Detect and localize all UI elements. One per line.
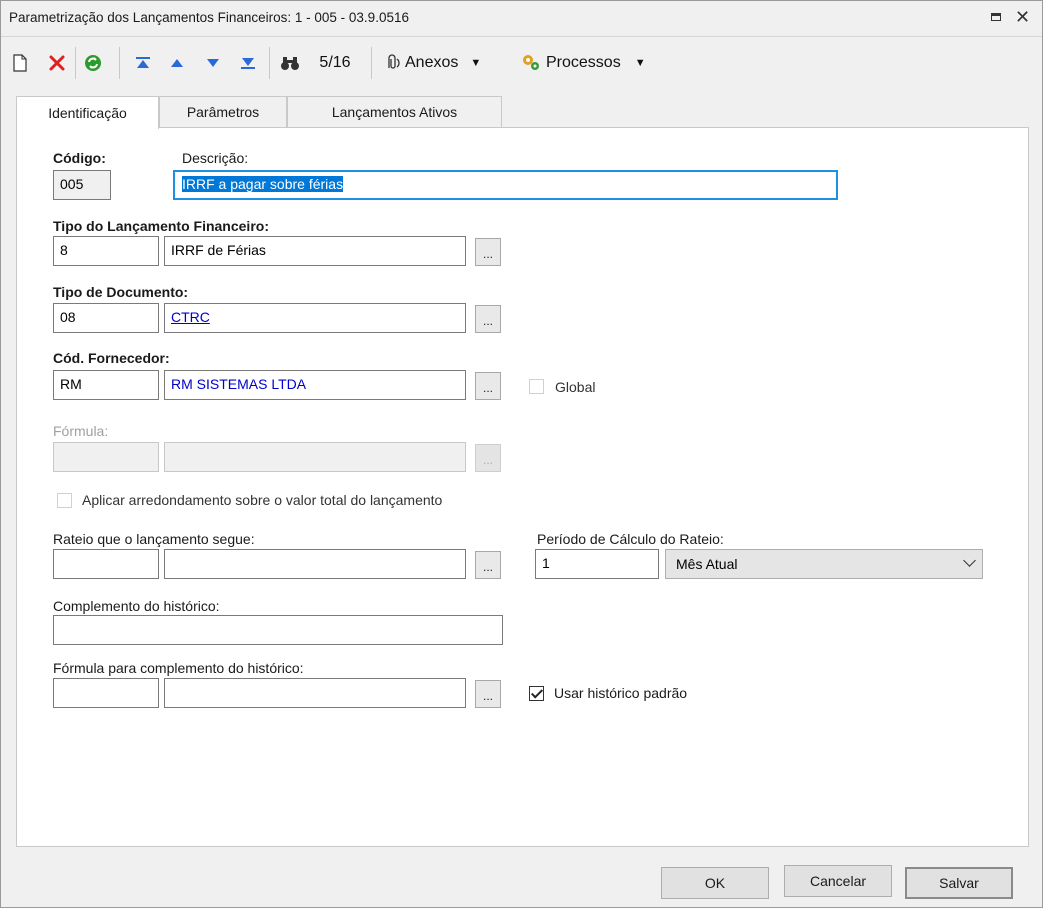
usar-historico-label: Usar histórico padrão xyxy=(554,685,688,701)
chevron-down-icon xyxy=(963,554,976,567)
tipo-documento-label: Tipo de Documento: xyxy=(53,284,189,300)
formula-label: Fórmula: xyxy=(53,423,109,439)
new-record-icon[interactable] xyxy=(9,51,31,75)
paperclip-icon xyxy=(383,53,405,74)
fornecedor-lookup-button[interactable]: ... xyxy=(475,372,501,400)
rateio-name-field[interactable] xyxy=(164,549,466,579)
record-position: 5/16 xyxy=(319,54,351,71)
periodo-rateio-select[interactable]: Mês Atual xyxy=(665,549,983,579)
descricao-input[interactable]: IRRF a pagar sobre férias xyxy=(173,170,838,200)
refresh-icon[interactable] xyxy=(81,51,105,75)
periodo-rateio-input[interactable]: 1 xyxy=(535,549,659,579)
first-record-icon[interactable] xyxy=(132,51,154,75)
last-record-icon[interactable] xyxy=(237,51,259,75)
formula-complemento-name-field[interactable] xyxy=(164,678,466,708)
formula-complemento-label: Fórmula para complemento do histórico: xyxy=(53,660,304,676)
global-checkbox[interactable] xyxy=(529,379,544,394)
chevron-down-icon: ▼ xyxy=(470,57,482,69)
tipo-lancamento-label: Tipo do Lançamento Financeiro: xyxy=(53,218,269,234)
tab-parametros[interactable]: Parâmetros xyxy=(159,96,287,127)
complemento-label: Complemento do histórico: xyxy=(53,598,220,614)
tab-lancamentos-ativos[interactable]: Lançamentos Ativos xyxy=(287,96,502,127)
rateio-code-input[interactable] xyxy=(53,549,159,579)
attachments-menu-button[interactable]: Anexos ▼ xyxy=(383,51,495,75)
processes-label: Processos xyxy=(546,54,621,71)
complemento-input[interactable] xyxy=(53,615,503,645)
attachments-label: Anexos xyxy=(405,54,459,71)
save-button[interactable]: Salvar xyxy=(905,867,1013,899)
tipo-documento-lookup-button[interactable]: ... xyxy=(475,305,501,333)
toolbar-separator xyxy=(269,47,270,79)
tipo-lancamento-code-input[interactable]: 8 xyxy=(53,236,159,266)
formula-complemento-lookup-button[interactable]: ... xyxy=(475,680,501,708)
descricao-label: Descrição: xyxy=(182,150,249,166)
close-icon[interactable]: ✕ xyxy=(1015,6,1030,28)
gears-icon xyxy=(521,52,546,75)
tab-identificacao[interactable]: Identificação xyxy=(16,96,159,129)
title-bar: Parametrização dos Lançamentos Financeir… xyxy=(1,1,1042,37)
ok-button[interactable]: OK xyxy=(661,867,769,899)
codigo-label: Código: xyxy=(53,150,106,166)
formula-code-input xyxy=(53,442,159,472)
binoculars-icon[interactable] xyxy=(277,51,303,75)
tipo-documento-code-input[interactable]: 08 xyxy=(53,303,159,333)
fornecedor-code-input[interactable]: RM xyxy=(53,370,159,400)
tipo-lancamento-name-field[interactable]: IRRF de Férias xyxy=(164,236,466,266)
periodo-rateio-selected: Mês Atual xyxy=(676,556,738,572)
cancel-button[interactable]: Cancelar xyxy=(784,865,892,897)
toolbar: 5/16 Anexos ▼ Processos ▼ xyxy=(1,41,1042,85)
window-title: Parametrização dos Lançamentos Financeir… xyxy=(9,10,409,25)
fornecedor-name-link[interactable]: RM SISTEMAS LTDA xyxy=(164,370,466,400)
arredondamento-checkbox[interactable] xyxy=(57,493,72,508)
fornecedor-label: Cód. Fornecedor: xyxy=(53,350,170,366)
delete-icon[interactable] xyxy=(45,51,69,75)
codigo-field: 005 xyxy=(53,170,111,200)
usar-historico-checkbox[interactable] xyxy=(529,686,544,701)
arredondamento-label: Aplicar arredondamento sobre o valor tot… xyxy=(82,492,443,508)
periodo-rateio-label: Período de Cálculo do Rateio: xyxy=(537,531,724,547)
formula-complemento-code-input[interactable] xyxy=(53,678,159,708)
toolbar-separator xyxy=(119,47,120,79)
next-record-icon[interactable] xyxy=(202,51,224,75)
chevron-down-icon: ▼ xyxy=(634,57,646,69)
restore-icon[interactable] xyxy=(991,13,1001,21)
tipo-documento-name-link[interactable]: CTRC xyxy=(164,303,466,333)
formula-lookup-button: ... xyxy=(475,444,501,472)
toolbar-separator xyxy=(75,47,76,79)
rateio-label: Rateio que o lançamento segue: xyxy=(53,531,255,547)
formula-name-field xyxy=(164,442,466,472)
rateio-lookup-button[interactable]: ... xyxy=(475,551,501,579)
tipo-lancamento-lookup-button[interactable]: ... xyxy=(475,238,501,266)
previous-record-icon[interactable] xyxy=(166,51,188,75)
toolbar-separator xyxy=(371,47,372,79)
dialog-window: Parametrização dos Lançamentos Financeir… xyxy=(0,0,1043,908)
tab-panel: Código: 005 Descrição: IRRF a pagar sobr… xyxy=(16,127,1029,847)
processes-menu-button[interactable]: Processos ▼ xyxy=(521,51,671,75)
global-label: Global xyxy=(555,379,596,395)
